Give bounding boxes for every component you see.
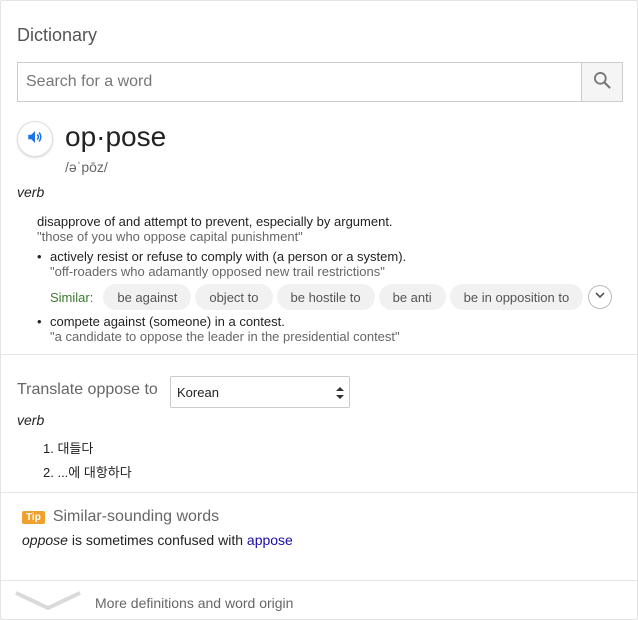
tip-sentence: is sometimes confused with xyxy=(67,532,247,548)
more-definitions-label: More definitions and word origin xyxy=(95,594,294,611)
language-select[interactable]: Korean xyxy=(170,376,350,408)
tip-badge: Tip xyxy=(22,510,45,524)
similar-chip[interactable]: be against xyxy=(103,284,192,310)
similar-words: Similar: be against object to be hostile… xyxy=(50,284,613,310)
example-1: "those of you who oppose capital punishm… xyxy=(37,229,303,244)
divider xyxy=(1,354,637,355)
tip-header: Tip Similar-sounding words xyxy=(22,508,219,526)
translate-part-of-speech: verb xyxy=(17,412,45,428)
headword: op·pose xyxy=(65,121,167,152)
tip-text: oppose is sometimes confused with appose xyxy=(22,532,293,548)
chevron-down-icon xyxy=(15,589,81,616)
divider xyxy=(1,580,637,581)
translation-item: 1. 대들다 xyxy=(43,441,94,456)
tip-title: Similar-sounding words xyxy=(52,508,220,525)
definition-2: actively resist or refuse to comply with… xyxy=(50,249,407,264)
similar-chip[interactable]: object to xyxy=(195,284,273,310)
search-input[interactable] xyxy=(18,63,581,101)
example-3: "a candidate to oppose the leader in the… xyxy=(50,329,400,344)
bullet: • xyxy=(37,314,42,329)
translate-label: Translate oppose to xyxy=(17,381,158,398)
language-select-value: Korean xyxy=(177,384,219,400)
speaker-icon xyxy=(26,128,44,151)
similar-chip[interactable]: be in opposition to xyxy=(449,284,584,310)
similar-chip[interactable]: be hostile to xyxy=(276,284,375,310)
search-button[interactable] xyxy=(581,63,622,101)
chevron-down-icon xyxy=(594,288,606,306)
tip-word: oppose xyxy=(22,532,68,548)
more-definitions-button[interactable]: More definitions and word origin xyxy=(15,589,293,616)
similar-label: Similar: xyxy=(50,289,94,305)
tip-link[interactable]: appose xyxy=(247,532,293,548)
expand-similar-button[interactable] xyxy=(588,285,613,309)
card-title: Dictionary xyxy=(17,25,98,45)
definition-3: compete against (someone) in a contest. xyxy=(50,314,285,329)
translation-item: 2. ...에 대항하다 xyxy=(43,465,132,480)
divider xyxy=(1,492,637,493)
bullet: • xyxy=(37,249,42,264)
select-arrows-icon xyxy=(336,385,344,401)
search-icon xyxy=(592,70,612,95)
search-box xyxy=(17,62,623,102)
pronounce-button[interactable] xyxy=(17,121,53,157)
pronunciation: /əˈpōz/ xyxy=(65,159,108,175)
definition-1: disapprove of and attempt to prevent, es… xyxy=(37,214,393,229)
example-2: "off-roaders who adamantly opposed new t… xyxy=(50,264,385,279)
part-of-speech: verb xyxy=(17,184,45,200)
dictionary-card: Dictionary op·pose /əˈpōz/ verb disappro… xyxy=(0,0,638,620)
similar-chip[interactable]: be anti xyxy=(378,284,446,310)
